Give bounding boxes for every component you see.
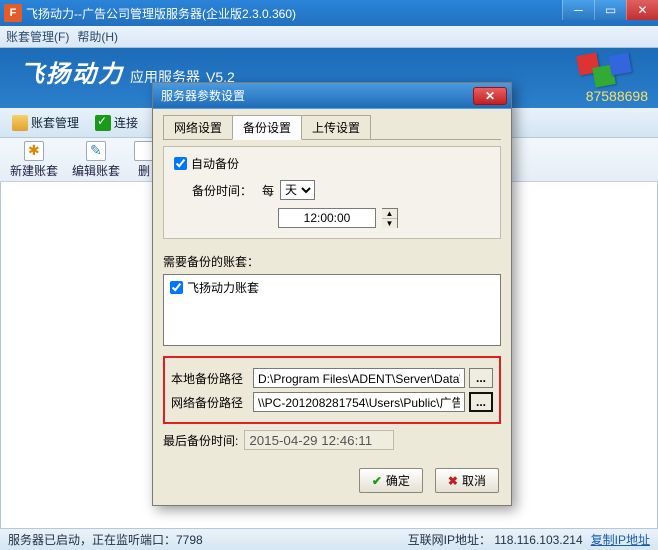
connect-button[interactable]: 连接 xyxy=(89,112,144,133)
new-account-label: 新建账套 xyxy=(10,162,58,179)
check-icon: ✔ xyxy=(372,474,382,488)
status-left: 服务器已启动，正在监听端口：7798 xyxy=(8,531,203,548)
check-icon xyxy=(95,115,111,131)
folder-icon xyxy=(12,115,28,131)
dialog-tabs: 网络设置 备份设置 上传设置 xyxy=(163,115,501,140)
brand-text: 飞扬动力 xyxy=(20,54,124,89)
freq-unit-select[interactable]: 天 xyxy=(280,180,315,200)
tab-network[interactable]: 网络设置 xyxy=(163,115,233,139)
cancel-button[interactable]: ✖ 取消 xyxy=(435,468,499,493)
need-backup-label: 需要备份的账套： xyxy=(163,253,501,270)
local-path-input[interactable] xyxy=(253,368,465,388)
delete-account-label: 删 xyxy=(138,162,150,179)
copy-ip-link[interactable]: 复制IP地址 xyxy=(591,531,650,548)
new-account-button[interactable]: 新建账套 xyxy=(10,141,58,179)
app-icon: F xyxy=(4,4,22,22)
time-spinner[interactable]: ▲▼ xyxy=(382,208,398,228)
tab-backup[interactable]: 备份设置 xyxy=(232,115,302,140)
edit-icon xyxy=(86,141,106,161)
window-title: 飞扬动力--广告公司管理版服务器(企业版2.3.0.360) xyxy=(26,5,296,22)
contact-number: 87588698 xyxy=(586,88,648,104)
ok-label: 确定 xyxy=(386,472,410,489)
new-icon xyxy=(24,141,44,161)
list-item-checkbox[interactable] xyxy=(170,281,183,294)
accounts-listbox[interactable]: 飞扬动力账套 xyxy=(163,274,501,346)
list-item[interactable]: 飞扬动力账套 xyxy=(170,279,494,296)
ip-value: 118.116.103.214 xyxy=(494,533,582,547)
menu-help[interactable]: 帮助(H) xyxy=(77,28,118,45)
backup-time-label: 备份时间： xyxy=(192,182,256,199)
menu-accounts[interactable]: 账套管理(F) xyxy=(6,28,69,45)
dialog-title: 服务器参数设置 xyxy=(161,87,245,104)
local-path-label: 本地备份路径 xyxy=(171,370,249,387)
edit-account-button[interactable]: 编辑账套 xyxy=(72,141,120,179)
net-path-label: 网络备份路径 xyxy=(171,394,249,411)
last-backup-value xyxy=(244,430,394,450)
backup-time-input[interactable] xyxy=(278,208,376,228)
window-close-button[interactable]: ✕ xyxy=(626,0,658,20)
cancel-label: 取消 xyxy=(462,472,486,489)
list-item-label: 飞扬动力账套 xyxy=(187,279,259,296)
ok-button[interactable]: ✔ 确定 xyxy=(359,468,423,493)
maximize-button[interactable]: ▭ xyxy=(594,0,626,20)
net-path-input[interactable] xyxy=(253,392,465,412)
backup-group: 自动备份 备份时间： 每 天 ▲▼ xyxy=(163,146,501,239)
chevron-up-icon[interactable]: ▲ xyxy=(382,209,397,219)
chevron-down-icon[interactable]: ▼ xyxy=(382,219,397,228)
minimize-button[interactable]: ─ xyxy=(562,0,594,20)
edit-account-label: 编辑账套 xyxy=(72,162,120,179)
status-bar: 服务器已启动，正在监听端口：7798 互联网IP地址： 118.116.103.… xyxy=(0,528,658,550)
paths-highlight: 本地备份路径 ... 网络备份路径 ... xyxy=(163,356,501,424)
connect-label: 连接 xyxy=(114,114,138,131)
dialog-titlebar: 服务器参数设置 ✕ xyxy=(153,83,511,109)
accounts-manage-button[interactable]: 账套管理 xyxy=(6,112,85,133)
menu-bar: 账套管理(F) 帮助(H) xyxy=(0,26,658,48)
window-titlebar: F 飞扬动力--广告公司管理版服务器(企业版2.3.0.360) ─ ▭ ✕ xyxy=(0,0,658,26)
net-path-browse-button[interactable]: ... xyxy=(469,392,493,412)
freq-prefix: 每 xyxy=(262,182,274,199)
local-path-browse-button[interactable]: ... xyxy=(469,368,493,388)
accounts-manage-label: 账套管理 xyxy=(31,114,79,131)
auto-backup-checkbox[interactable]: 自动备份 xyxy=(174,155,490,172)
ip-label: 互联网IP地址： xyxy=(408,533,491,547)
last-backup-label: 最后备份时间: xyxy=(163,432,238,449)
dialog-close-button[interactable]: ✕ xyxy=(473,87,507,105)
auto-backup-label: 自动备份 xyxy=(191,155,239,172)
logo-cubes-icon xyxy=(572,52,640,92)
server-params-dialog: 服务器参数设置 ✕ 网络设置 备份设置 上传设置 自动备份 备份时间： 每 天 … xyxy=(152,82,512,506)
close-icon: ✖ xyxy=(448,474,458,488)
auto-backup-input[interactable] xyxy=(174,157,187,170)
tab-upload[interactable]: 上传设置 xyxy=(301,115,371,139)
